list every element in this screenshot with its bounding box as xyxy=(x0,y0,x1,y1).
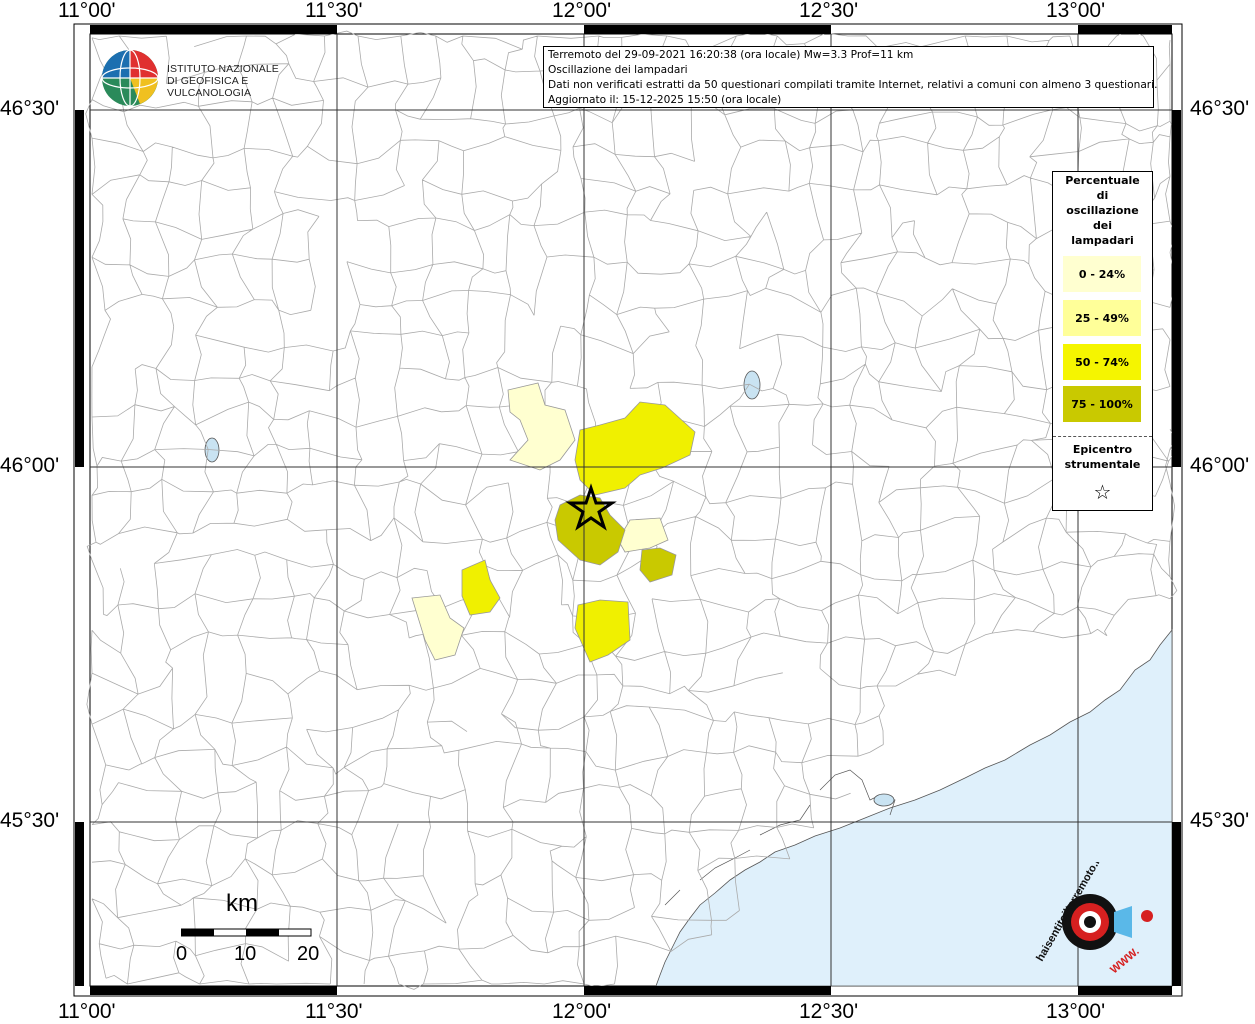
legend-epicenter-star-icon: ☆ xyxy=(1093,480,1112,504)
legend-epicenter-label: Epicentro strumentale xyxy=(1064,443,1141,471)
ingv-logo: ISTITUTO NAZIONALE DI GEOFISICA E VULCAN… xyxy=(100,48,320,108)
lat-left-4630: 46°30' xyxy=(0,97,60,120)
ingv-globe-icon xyxy=(101,49,159,107)
logo-line-1: ISTITUTO NAZIONALE xyxy=(167,63,279,75)
legend-class-25-49: 25 - 49% xyxy=(1063,300,1141,336)
lon-bottom-1300: 13°00' xyxy=(1046,1000,1106,1023)
scale-label-20: 20 xyxy=(297,943,320,965)
lon-top-1300: 13°00' xyxy=(1046,0,1106,22)
legend-class-75-100: 75 - 100% xyxy=(1063,386,1141,422)
lat-right-4630: 46°30' xyxy=(1190,97,1250,120)
legend-class-50-74: 50 - 74% xyxy=(1063,344,1141,380)
legend: Percentuale di oscillazione dei lampadar… xyxy=(1052,171,1153,511)
lon-top-1100: 11°00' xyxy=(58,0,116,22)
event-title: Terremoto del 29-09-2021 16:20:38 (ora l… xyxy=(548,49,914,61)
lon-top-1130: 11°30' xyxy=(305,0,363,22)
lon-bottom-1200: 12°00' xyxy=(552,1000,612,1023)
lat-right-4530: 45°30' xyxy=(1190,809,1250,832)
updated-at: Aggiornato il: 15-12-2025 15:50 (ora loc… xyxy=(548,94,782,106)
haisentito-logo: haisentitoilterremoto.it WWW. xyxy=(1034,862,1153,977)
lon-top-1230: 12°30' xyxy=(799,0,859,22)
scale-bar: km 0 10 20 xyxy=(176,890,326,970)
data-note: Dati non verificati estratti da 50 quest… xyxy=(548,79,1158,91)
legend-class-0-24: 0 - 24% xyxy=(1063,256,1141,292)
scale-label-10: 10 xyxy=(234,943,257,965)
legend-title: Percentuale di oscillazione dei lampadar… xyxy=(1065,174,1140,247)
lon-bottom-1100: 11°00' xyxy=(58,1000,116,1023)
map-subject: Oscillazione dei lampadari xyxy=(548,64,688,76)
lon-bottom-1230: 12°30' xyxy=(799,1000,859,1023)
lon-top-1200: 12°00' xyxy=(552,0,612,22)
scale-label-0: 0 xyxy=(176,943,188,965)
scale-unit: km xyxy=(226,890,258,917)
lon-bottom-1130: 11°30' xyxy=(305,1000,363,1023)
logo-line-2: DI GEOFISICA E VULCANOLOGIA xyxy=(167,75,252,99)
svg-text:WWW.: WWW. xyxy=(1108,946,1141,977)
lat-left-4530: 45°30' xyxy=(0,809,60,832)
lat-right-4600: 46°00' xyxy=(1190,454,1250,477)
event-info-box: Terremoto del 29-09-2021 16:20:38 (ora l… xyxy=(543,46,1158,108)
lat-left-4600: 46°00' xyxy=(0,454,60,477)
